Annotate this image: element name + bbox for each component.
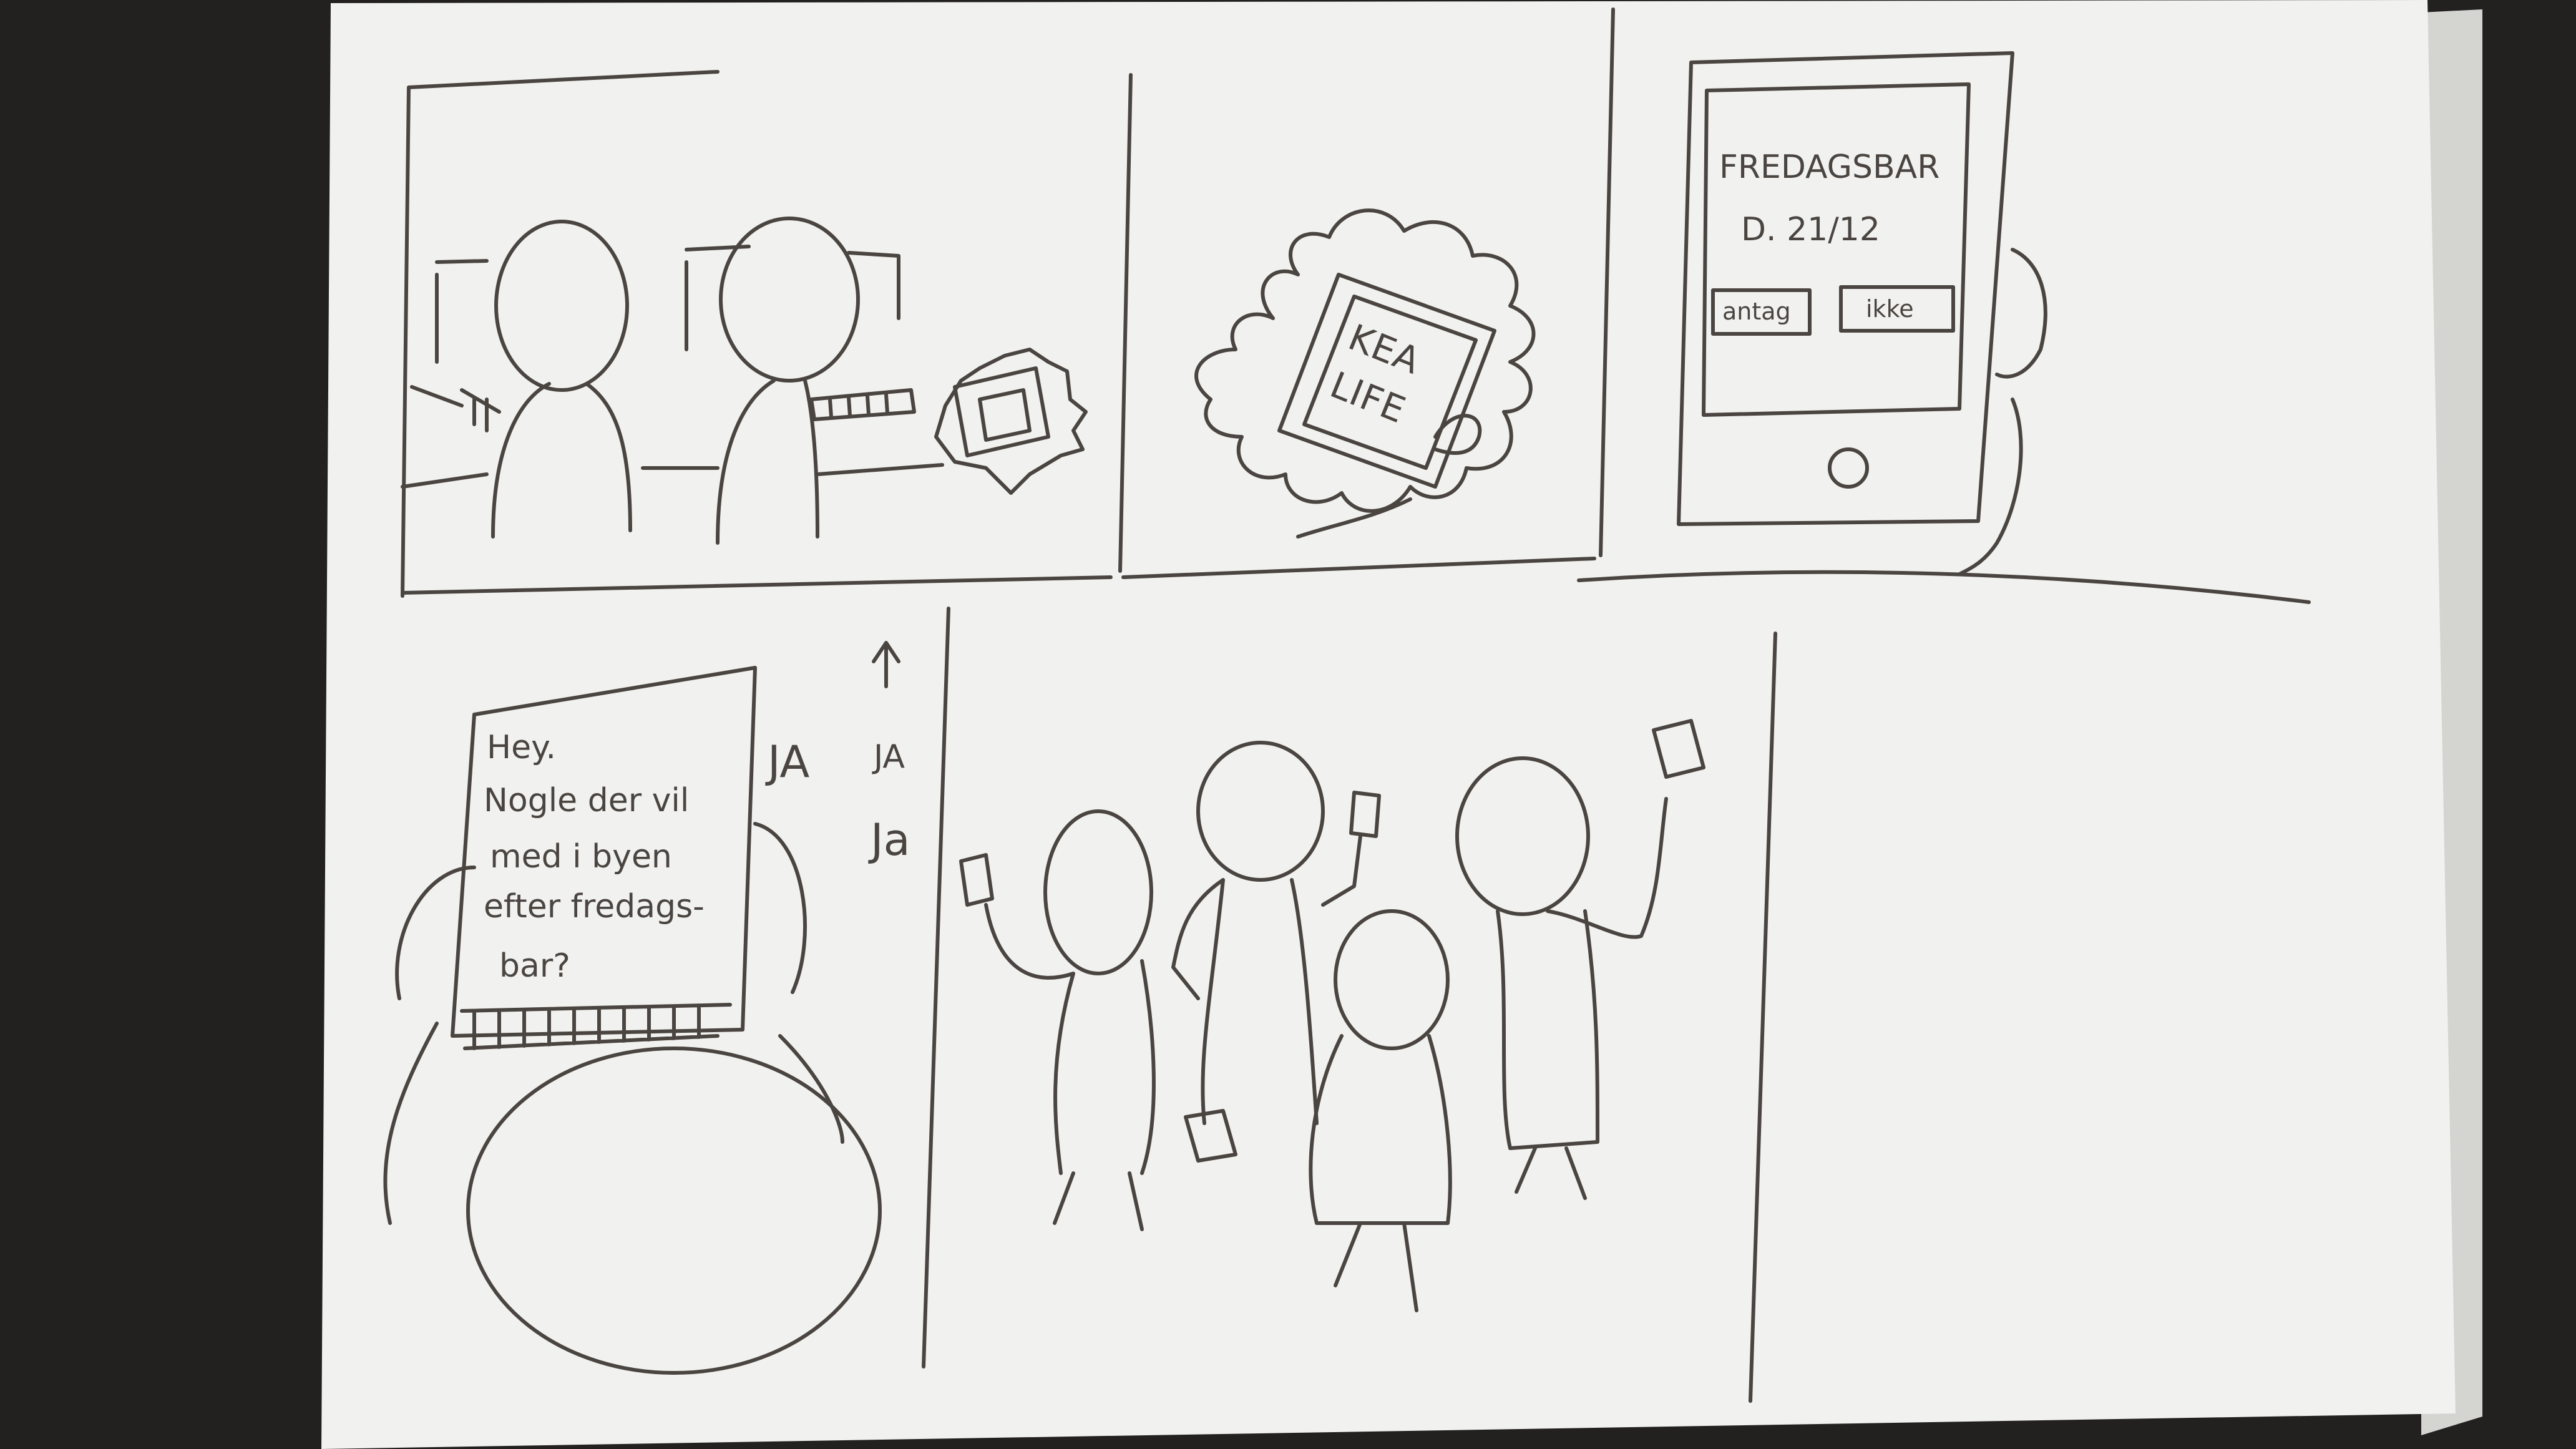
paper-sheets [321,0,2482,1449]
event-title: FREDAGSBAR [1719,149,1939,186]
message-line-3: med i byen [490,838,672,876]
message-line-4: efter fredags- [484,888,705,925]
message-line-5: bar? [499,947,570,985]
reply-ja-3: Ja [868,814,910,866]
reply-ja-2: JA [872,738,905,776]
event-date: D. 21/12 [1741,211,1880,248]
message-line-1: Hey. [487,729,556,766]
accept-button-label: antag [1722,298,1791,325]
storyboard-photo: KEA LIFE FREDAGSBAR D. 21/12 antag ikke … [321,0,2482,1449]
decline-button-label: ikke [1866,295,1914,323]
reply-ja-1: JA [765,736,809,788]
message-line-2: Nogle der vil [484,782,689,819]
